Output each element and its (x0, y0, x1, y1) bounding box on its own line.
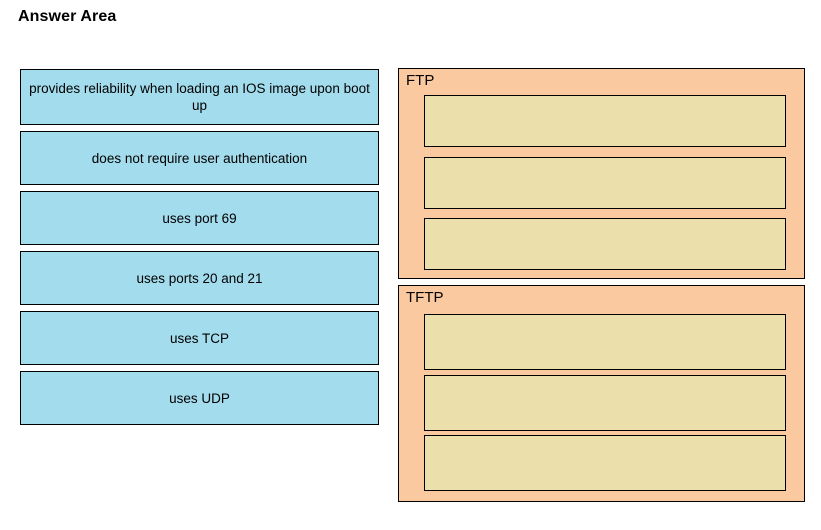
drop-slot[interactable] (424, 156, 786, 209)
drag-item-label: does not require user authentication (91, 150, 308, 166)
drop-slot[interactable] (424, 218, 786, 270)
drag-source-list: provides reliability when loading an IOS… (20, 69, 379, 431)
drag-item-label: provides reliability when loading an IOS… (29, 81, 370, 113)
drag-item[interactable]: uses UDP (20, 371, 379, 425)
page-title: Answer Area (18, 8, 117, 25)
drop-slot-stack (424, 314, 786, 491)
drag-item[interactable]: provides reliability when loading an IOS… (20, 69, 379, 125)
drop-panel-tftp[interactable]: TFTP (398, 285, 805, 502)
drop-slot[interactable] (424, 374, 786, 431)
drag-item-label: uses TCP (169, 330, 230, 346)
drop-panel-title: FTP (406, 72, 435, 89)
drop-panel-title: TFTP (406, 289, 444, 306)
drag-item[interactable]: does not require user authentication (20, 131, 379, 185)
drag-item[interactable]: uses TCP (20, 311, 379, 365)
drop-slot[interactable] (424, 314, 786, 370)
drop-slot-stack (424, 95, 786, 270)
drag-item-label: uses port 69 (162, 210, 237, 226)
drop-panel-ftp[interactable]: FTP (398, 68, 805, 279)
drop-slot[interactable] (424, 95, 786, 147)
drag-item-label: uses ports 20 and 21 (136, 270, 263, 286)
drag-item[interactable]: uses ports 20 and 21 (20, 251, 379, 305)
drag-item[interactable]: uses port 69 (20, 191, 379, 245)
drop-slot[interactable] (424, 435, 786, 491)
drag-item-label: uses UDP (169, 390, 230, 406)
